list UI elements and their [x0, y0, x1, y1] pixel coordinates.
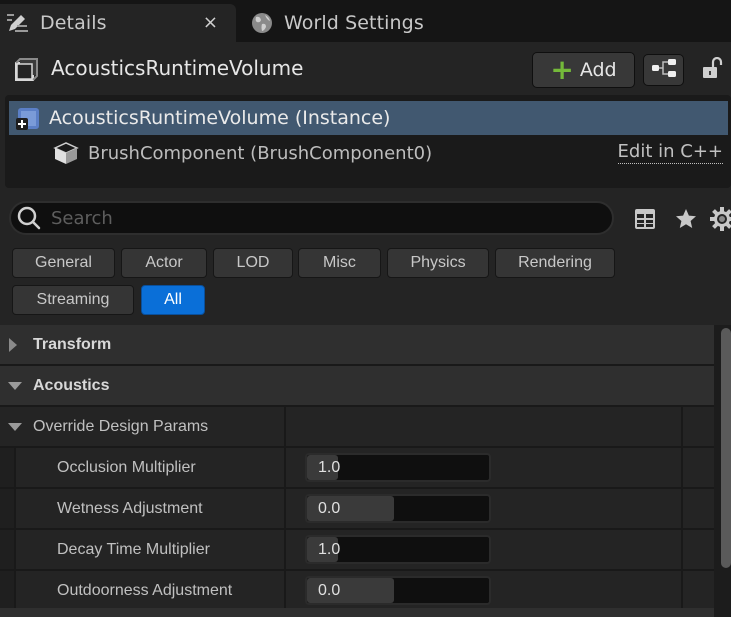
indent-gutter [0, 489, 16, 528]
search-icon [15, 204, 43, 232]
settings-gear-icon[interactable] [709, 206, 731, 232]
add-button-label: Add [579, 59, 617, 81]
property-row: Decay Time Multiplier 1.0 [0, 530, 714, 569]
tree-item-instance-label: AcousticsRuntimeVolume (Instance) [49, 107, 391, 129]
table-view-icon[interactable] [632, 206, 658, 232]
category-transform-label: Transform [33, 335, 112, 353]
property-value: 0.0 [318, 500, 341, 517]
indent-gutter [0, 530, 16, 569]
filter-misc[interactable]: Misc [298, 248, 381, 278]
volume-actor-icon [14, 58, 38, 82]
property-value: 1.0 [318, 459, 341, 476]
volume-instance-icon [15, 105, 41, 131]
actor-header: AcousticsRuntimeVolume + Add [0, 42, 731, 92]
edit-in-cpp-link[interactable]: Edit in C++ [617, 141, 723, 164]
property-value: 1.0 [318, 541, 341, 558]
reset-column-cell [681, 448, 714, 487]
override-design-params-toggle[interactable]: Override Design Params [0, 407, 286, 446]
filter-lod[interactable]: LOD [213, 248, 293, 278]
property-row: Wetness Adjustment 0.0 [0, 489, 714, 528]
filter-rendering[interactable]: Rendering [495, 248, 615, 278]
tab-world-settings-label: World Settings [284, 12, 424, 34]
next-category-row [0, 608, 714, 617]
filter-actor[interactable]: Actor [121, 248, 207, 278]
category-acoustics[interactable]: Acoustics [0, 366, 714, 405]
property-name: Wetness Adjustment [57, 499, 203, 517]
actor-name: AcousticsRuntimeVolume [51, 56, 304, 80]
property-row: Occlusion Multiplier 1.0 [0, 448, 714, 487]
filter-all[interactable]: All [141, 285, 205, 315]
tab-world-settings[interactable]: World Settings [244, 4, 444, 42]
indent-gutter [0, 448, 16, 487]
unlock-icon[interactable] [700, 56, 724, 81]
reset-column-cell [681, 571, 714, 610]
tab-details-label: Details [40, 12, 107, 34]
tree-item-brush-component-label: BrushComponent (BrushComponent0) [88, 142, 433, 164]
expand-arrow-right-icon [8, 337, 22, 352]
tree-item-brush-component[interactable]: BrushComponent (BrushComponent0) [53, 139, 432, 167]
blueprint-button[interactable] [643, 54, 684, 86]
plus-icon: + [550, 53, 574, 86]
subcategory-override-design-params: Override Design Params [0, 407, 714, 446]
globe-icon [250, 11, 274, 35]
property-name: Outdoorness Adjustment [57, 581, 233, 599]
category-transform[interactable]: Transform [0, 325, 714, 364]
collapse-arrow-down-icon [8, 422, 22, 432]
search-box [9, 201, 614, 235]
outdoorness-adjustment-input[interactable]: 0.0 [305, 576, 491, 605]
property-name: Occlusion Multiplier [57, 458, 196, 476]
collapse-arrow-down-icon [8, 381, 22, 391]
category-acoustics-label: Acoustics [33, 376, 110, 394]
favorites-star-icon[interactable] [673, 206, 699, 232]
override-design-params-label: Override Design Params [33, 417, 209, 435]
decay-time-multiplier-input[interactable]: 1.0 [305, 535, 491, 564]
brush-component-icon [53, 140, 79, 166]
pencil-details-icon [6, 11, 30, 35]
search-input[interactable] [51, 207, 591, 229]
filter-physics[interactable]: Physics [387, 248, 489, 278]
component-tree: AcousticsRuntimeVolume (Instance) BrushC… [5, 95, 731, 188]
wetness-adjustment-input[interactable]: 0.0 [305, 494, 491, 523]
occlusion-multiplier-input[interactable]: 1.0 [305, 453, 491, 482]
reset-column-cell [681, 530, 714, 569]
reset-column-cell [681, 407, 714, 446]
scrollbar-thumb[interactable] [721, 328, 731, 568]
tab-details[interactable]: Details × [0, 4, 236, 42]
tree-item-instance[interactable]: AcousticsRuntimeVolume (Instance) [9, 101, 728, 135]
property-row: Outdoorness Adjustment 0.0 [0, 571, 714, 610]
filter-general[interactable]: General [12, 248, 115, 278]
close-tab-icon[interactable]: × [203, 12, 218, 33]
filter-streaming[interactable]: Streaming [12, 285, 134, 315]
tab-bar: Details × World Settings [0, 0, 731, 42]
blueprint-hierarchy-icon [651, 58, 677, 82]
reset-column-cell [681, 489, 714, 528]
indent-gutter [0, 571, 16, 610]
add-component-button[interactable]: + Add [532, 52, 635, 88]
details-panel: AcousticsRuntimeVolume + Add AcousticsRu… [0, 42, 731, 617]
property-value: 0.0 [318, 582, 341, 599]
property-name: Decay Time Multiplier [57, 540, 210, 558]
property-grid: Transform Acoustics Override Design Para… [0, 325, 714, 617]
